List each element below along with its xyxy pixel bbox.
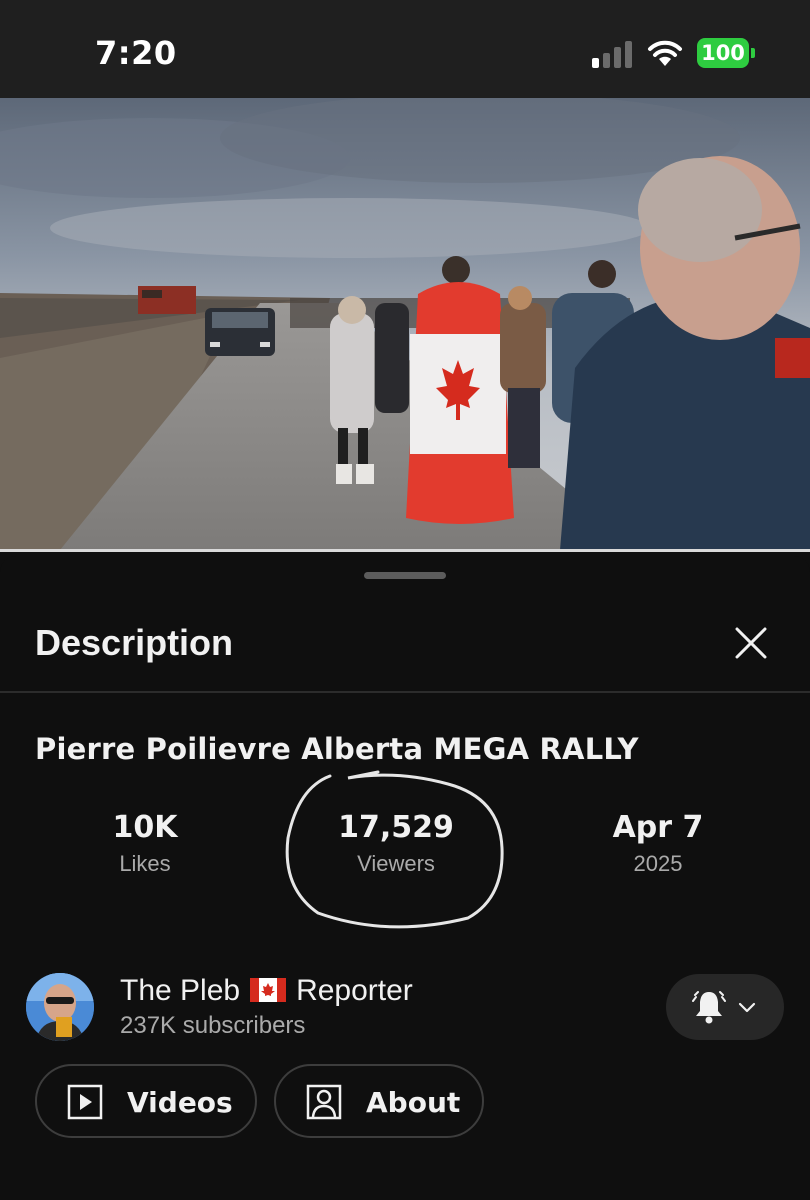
date-day: Apr 7 xyxy=(612,810,704,845)
video-title: Pierre Poilievre Alberta MEGA RALLY xyxy=(35,732,639,766)
description-sheet: Description Pierre Poilievre Alberta MEG… xyxy=(0,556,810,1200)
date-stat: Apr 7 2025 xyxy=(548,810,768,877)
wifi-icon xyxy=(648,40,682,66)
likes-count: 10K xyxy=(112,810,178,845)
date-year: 2025 xyxy=(633,851,683,876)
cellular-signal-icon xyxy=(592,40,634,68)
video-thumbnail xyxy=(0,98,810,550)
channel-name[interactable]: The Pleb Reporter xyxy=(120,974,413,1008)
divider xyxy=(0,691,810,693)
channel-name-part1: The Pleb xyxy=(120,974,241,1007)
battery-level: 100 xyxy=(697,38,749,68)
viewers-stat: 17,529 Viewers xyxy=(286,810,506,877)
subscriber-count: 237K subscribers xyxy=(120,1012,306,1039)
bell-icon xyxy=(692,991,726,1024)
channel-name-part2: Reporter xyxy=(296,974,413,1007)
videos-button[interactable]: Videos xyxy=(35,1064,257,1138)
battery-icon: 100 xyxy=(697,38,755,68)
chevron-down-icon xyxy=(738,1002,756,1013)
video-player[interactable] xyxy=(0,98,810,550)
viewers-label: Viewers xyxy=(357,851,435,876)
viewers-count: 17,529 xyxy=(338,810,454,845)
about-button[interactable]: About xyxy=(274,1064,484,1138)
person-icon xyxy=(306,1084,342,1120)
videos-label: Videos xyxy=(127,1086,233,1119)
likes-label: Likes xyxy=(119,851,171,876)
status-bar: 7:20 100 xyxy=(0,0,810,98)
avatar[interactable] xyxy=(26,973,94,1041)
notification-settings-button[interactable] xyxy=(666,974,784,1040)
likes-stat: 10K Likes xyxy=(35,810,255,877)
status-time: 7:20 xyxy=(95,34,177,72)
about-label: About xyxy=(366,1086,461,1119)
video-progress-bar[interactable] xyxy=(0,549,810,552)
canada-flag-icon xyxy=(250,976,287,1002)
drag-handle[interactable] xyxy=(364,572,446,579)
play-video-icon xyxy=(67,1084,103,1120)
sheet-title: Description xyxy=(35,622,234,663)
close-icon[interactable] xyxy=(728,620,774,666)
